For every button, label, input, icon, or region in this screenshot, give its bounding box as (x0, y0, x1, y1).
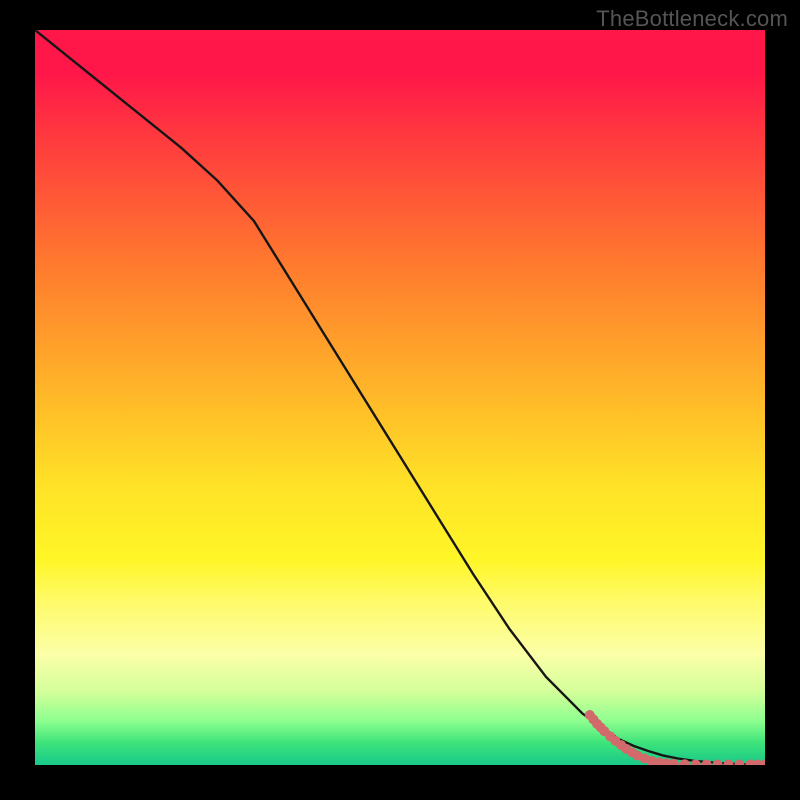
data-point (760, 760, 765, 765)
data-point (734, 760, 744, 765)
chart-frame: TheBottleneck.com (0, 0, 800, 800)
data-point (702, 759, 712, 765)
data-point (724, 760, 734, 765)
data-point (713, 760, 723, 765)
plot-area (35, 30, 765, 765)
data-point (669, 759, 679, 765)
bottleneck-curve (35, 30, 765, 765)
curve-svg (35, 30, 765, 765)
watermark-text: TheBottleneck.com (596, 6, 788, 32)
